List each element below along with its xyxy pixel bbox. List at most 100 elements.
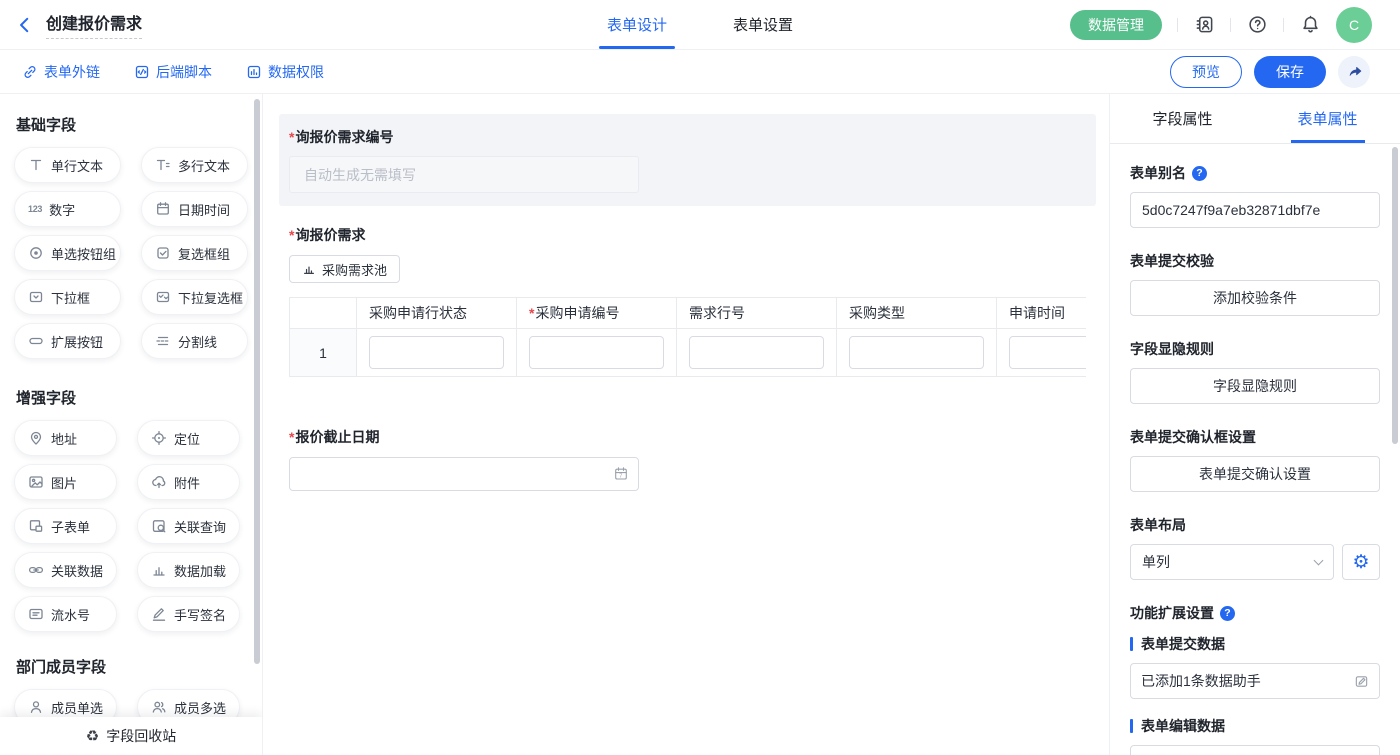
- tab-form-design[interactable]: 表单设计: [607, 0, 667, 49]
- people-icon: [151, 699, 167, 715]
- cell-input-apply-time[interactable]: [1009, 336, 1086, 369]
- palette-item-multi-select[interactable]: 下拉复选框: [141, 279, 248, 315]
- palette-item-datetime[interactable]: 日期时间: [141, 191, 248, 227]
- palette-item-label: 数据加载: [174, 561, 226, 580]
- palette-item-address[interactable]: 地址: [14, 420, 117, 456]
- help-badge-icon[interactable]: ?: [1220, 606, 1235, 621]
- external-link-label: 表单外链: [44, 62, 100, 82]
- palette-item-multi-line-text[interactable]: 多行文本: [141, 147, 248, 183]
- palette-item-single-line-text[interactable]: 单行文本: [14, 147, 121, 183]
- extension-settings-label: 功能扩展设置: [1130, 603, 1214, 623]
- palette-item-number[interactable]: 123 数字: [14, 191, 121, 227]
- preview-button[interactable]: 预览: [1170, 56, 1242, 88]
- add-validation-button[interactable]: 添加校验条件: [1130, 280, 1380, 316]
- save-button[interactable]: 保存: [1254, 56, 1326, 88]
- palette-item-location[interactable]: 定位: [137, 420, 240, 456]
- sidebar-scrollbar[interactable]: [254, 99, 260, 664]
- table-cell: [677, 329, 837, 377]
- add-operation-button[interactable]: 添加操作: [1130, 745, 1380, 755]
- contact-book-icon[interactable]: [1193, 14, 1215, 36]
- palette-item-relation-query[interactable]: 关联查询: [137, 508, 240, 544]
- search-box-icon: [151, 518, 167, 534]
- section-marker: [1130, 637, 1133, 651]
- help-badge-icon[interactable]: ?: [1192, 166, 1207, 181]
- external-link-action[interactable]: 表单外链: [22, 62, 100, 82]
- share-arrow-icon: [1346, 63, 1363, 80]
- required-mark: *: [289, 429, 294, 445]
- subtable-clip: 采购申请行状态 *采购申请编号 需求行号 采购类型 申请时间 1: [289, 297, 1086, 377]
- palette-item-relation-data[interactable]: 关联数据: [14, 552, 117, 588]
- palette-item-subform[interactable]: 子表单: [14, 508, 117, 544]
- submit-data-box[interactable]: 已添加1条数据助手: [1130, 663, 1380, 699]
- person-icon: [28, 699, 44, 715]
- palette-item-divider[interactable]: 分割线: [141, 323, 248, 359]
- field-label: *询报价需求: [289, 225, 1086, 245]
- palette-item-serial-number[interactable]: 流水号: [14, 596, 117, 632]
- dropdown-icon: [28, 289, 44, 305]
- data-permission-action[interactable]: 数据权限: [246, 62, 324, 82]
- palette-item-label: 多行文本: [178, 156, 230, 175]
- purchase-pool-button[interactable]: 采购需求池: [289, 255, 400, 283]
- pill-button-icon: [28, 333, 44, 349]
- notification-bell-icon[interactable]: [1299, 14, 1321, 36]
- toolbar-links: 表单外链 后端脚本 数据权限: [22, 62, 324, 82]
- data-manage-button[interactable]: 数据管理: [1070, 10, 1162, 40]
- palette-item-label: 复选框组: [178, 244, 230, 263]
- table-cell: [997, 329, 1087, 377]
- palette-item-data-load[interactable]: 数据加载: [137, 552, 240, 588]
- back-chevron-icon: [16, 16, 34, 34]
- required-mark: *: [529, 305, 534, 321]
- palette-item-label: 日期时间: [178, 200, 230, 219]
- group-submit-validation: 表单提交校验 添加校验条件: [1130, 251, 1380, 316]
- palette-item-image[interactable]: 图片: [14, 464, 117, 500]
- layout-settings-button[interactable]: ⚙: [1342, 544, 1380, 580]
- edit-icon[interactable]: [1354, 674, 1369, 689]
- palette-item-label: 下拉框: [51, 288, 90, 307]
- visibility-rules-button[interactable]: 字段显隐规则: [1130, 368, 1380, 404]
- page-title[interactable]: 创建报价需求: [46, 10, 142, 39]
- cell-input-line-number[interactable]: [689, 336, 824, 369]
- tab-form-settings[interactable]: 表单设置: [733, 0, 793, 49]
- submit-confirm-button[interactable]: 表单提交确认设置: [1130, 456, 1380, 492]
- field-block-quote-deadline[interactable]: *报价截止日期 7: [279, 414, 1096, 504]
- group-visibility-rules: 字段显隐规则 字段显隐规则: [1130, 339, 1380, 404]
- palette-item-signature[interactable]: 手写签名: [137, 596, 240, 632]
- palette-item-extend-button[interactable]: 扩展按钮: [14, 323, 121, 359]
- col-header-index: [290, 298, 357, 329]
- back-button[interactable]: [16, 16, 34, 34]
- group-form-alias: 表单别名 ?: [1130, 163, 1380, 228]
- bar-chart-icon: [302, 262, 316, 276]
- cell-input-purchase-type[interactable]: [849, 336, 984, 369]
- field-recycle-bin[interactable]: ♻ 字段回收站: [0, 717, 262, 755]
- palette-item-checkbox-group[interactable]: 复选框组: [141, 235, 248, 271]
- palette-scroll-content: 基础字段 单行文本 多行文本 123 数字: [0, 94, 262, 755]
- palette-item-label: 下拉复选框: [178, 288, 243, 307]
- quote-deadline-date-input[interactable]: 7: [289, 457, 639, 491]
- palette-item-select[interactable]: 下拉框: [14, 279, 121, 315]
- palette-item-label: 关联查询: [174, 517, 226, 536]
- svg-text:7: 7: [619, 474, 622, 480]
- layout-select[interactable]: 单列: [1130, 544, 1334, 580]
- tab-field-properties[interactable]: 字段属性: [1110, 94, 1255, 143]
- palette-item-label: 流水号: [51, 605, 90, 624]
- table-row: 1: [290, 329, 1087, 377]
- backend-script-action[interactable]: 后端脚本: [134, 62, 212, 82]
- palette-item-label: 单选按钮组: [51, 244, 116, 263]
- quote-request-number-input-wrap: [289, 156, 639, 193]
- number-123-icon: 123: [28, 204, 42, 214]
- palette-item-radio-group[interactable]: 单选按钮组: [14, 235, 121, 271]
- checkbox-icon: [155, 245, 171, 261]
- help-icon[interactable]: [1246, 14, 1268, 36]
- user-avatar[interactable]: C: [1336, 7, 1372, 43]
- share-button[interactable]: [1338, 56, 1370, 88]
- panel-scrollbar[interactable]: [1392, 147, 1398, 444]
- calendar-icon: [155, 201, 171, 217]
- cell-input-line-status[interactable]: [369, 336, 504, 369]
- form-alias-input[interactable]: [1130, 192, 1380, 228]
- tab-form-properties[interactable]: 表单属性: [1255, 94, 1400, 143]
- field-block-quote-request-number[interactable]: *询报价需求编号: [279, 114, 1096, 206]
- palette-item-attachment[interactable]: 附件: [137, 464, 240, 500]
- quote-request-number-input[interactable]: [302, 166, 626, 184]
- cell-input-request-number[interactable]: [529, 336, 664, 369]
- field-block-quote-request[interactable]: *询报价需求 采购需求池 采购申请行状态 *采购申请编号 需求行号: [279, 212, 1096, 390]
